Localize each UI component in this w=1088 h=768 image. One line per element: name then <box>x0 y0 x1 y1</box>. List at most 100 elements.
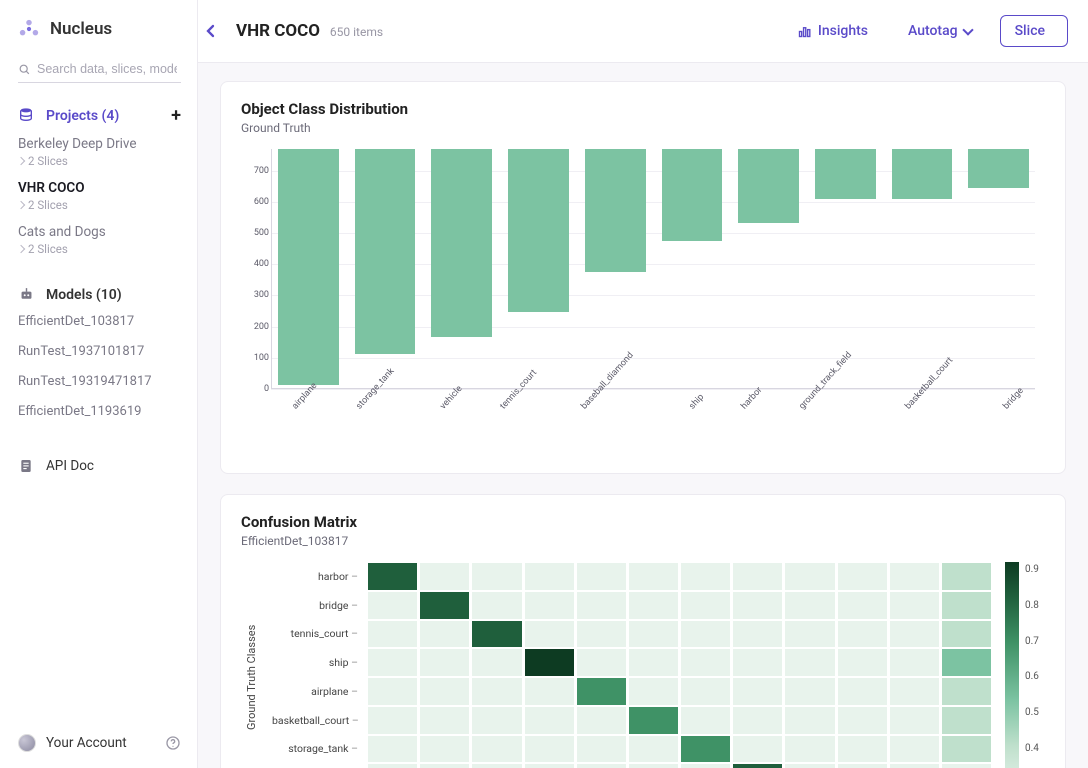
cm-cell[interactable] <box>472 736 521 763</box>
project-slices[interactable]: 2 Slices <box>18 198 181 212</box>
cm-cell[interactable] <box>733 649 782 676</box>
cm-cell[interactable] <box>472 707 521 734</box>
cm-cell[interactable] <box>368 707 417 734</box>
cm-cell[interactable] <box>681 649 730 676</box>
cm-cell[interactable] <box>785 764 834 768</box>
cm-cell[interactable] <box>942 736 991 763</box>
cm-cell[interactable] <box>681 563 730 590</box>
cm-cell[interactable] <box>472 592 521 619</box>
bar[interactable] <box>508 149 569 388</box>
cm-cell[interactable] <box>472 649 521 676</box>
cm-cell[interactable] <box>525 707 574 734</box>
bar[interactable] <box>892 149 953 388</box>
cm-cell[interactable] <box>890 764 939 768</box>
project-slices[interactable]: 2 Slices <box>18 154 181 168</box>
bar[interactable] <box>585 149 646 388</box>
bar[interactable] <box>662 149 723 388</box>
cm-cell[interactable] <box>472 764 521 768</box>
cm-cell[interactable] <box>890 707 939 734</box>
cm-cell[interactable] <box>785 707 834 734</box>
cm-cell[interactable] <box>577 649 626 676</box>
cm-cell[interactable] <box>577 736 626 763</box>
cm-cell[interactable] <box>420 764 469 768</box>
cm-cell[interactable] <box>629 736 678 763</box>
cm-cell[interactable] <box>942 621 991 648</box>
back-button[interactable] <box>200 20 222 42</box>
cm-cell[interactable] <box>629 764 678 768</box>
cm-cell[interactable] <box>472 621 521 648</box>
cm-cell[interactable] <box>890 678 939 705</box>
cm-cell[interactable] <box>942 707 991 734</box>
cm-cell[interactable] <box>577 707 626 734</box>
cm-cell[interactable] <box>472 563 521 590</box>
cm-cell[interactable] <box>629 678 678 705</box>
cm-cell[interactable] <box>368 649 417 676</box>
cm-cell[interactable] <box>733 707 782 734</box>
api-doc-link[interactable]: API Doc <box>18 458 181 474</box>
content-area[interactable]: Object Class Distribution Ground Truth 0… <box>198 63 1088 768</box>
cm-cell[interactable] <box>785 563 834 590</box>
cm-cell[interactable] <box>420 649 469 676</box>
cm-cell[interactable] <box>525 563 574 590</box>
cm-cell[interactable] <box>681 678 730 705</box>
projects-heading[interactable]: Projects (4) + <box>18 105 181 126</box>
cm-cell[interactable] <box>420 563 469 590</box>
cm-cell[interactable] <box>785 678 834 705</box>
cm-cell[interactable] <box>838 736 887 763</box>
cm-cell[interactable] <box>785 592 834 619</box>
cm-cell[interactable] <box>890 621 939 648</box>
bar[interactable] <box>355 149 416 388</box>
cm-cell[interactable] <box>472 678 521 705</box>
sidebar-project-item[interactable]: VHR COCO 2 Slices <box>18 180 181 212</box>
cm-cell[interactable] <box>420 621 469 648</box>
cm-cell[interactable] <box>681 592 730 619</box>
cm-cell[interactable] <box>525 736 574 763</box>
cm-cell[interactable] <box>838 764 887 768</box>
cm-cell[interactable] <box>368 563 417 590</box>
cm-cell[interactable] <box>733 592 782 619</box>
cm-cell[interactable] <box>525 649 574 676</box>
cm-cell[interactable] <box>577 592 626 619</box>
cm-cell[interactable] <box>629 621 678 648</box>
project-slices[interactable]: 2 Slices <box>18 242 181 256</box>
cm-cell[interactable] <box>525 621 574 648</box>
bar[interactable] <box>738 149 799 388</box>
cm-cell[interactable] <box>577 621 626 648</box>
cm-cell[interactable] <box>681 764 730 768</box>
cm-cell[interactable] <box>368 592 417 619</box>
sidebar-model-item[interactable]: RunTest_1937101817 <box>18 344 181 359</box>
bar[interactable] <box>968 149 1029 388</box>
cm-cell[interactable] <box>420 678 469 705</box>
insights-link[interactable]: Insights <box>793 17 872 45</box>
bar[interactable] <box>431 149 492 388</box>
cm-cell[interactable] <box>942 592 991 619</box>
search-input[interactable] <box>37 62 177 76</box>
cm-cell[interactable] <box>368 678 417 705</box>
models-heading[interactable]: Models (10) <box>18 286 181 304</box>
cm-cell[interactable] <box>629 563 678 590</box>
search-field[interactable] <box>18 58 181 83</box>
bar[interactable] <box>278 149 339 388</box>
account-row[interactable]: Your Account <box>18 726 181 760</box>
cm-cell[interactable] <box>629 707 678 734</box>
cm-cell[interactable] <box>368 736 417 763</box>
cm-cell[interactable] <box>890 592 939 619</box>
cm-cell[interactable] <box>525 678 574 705</box>
cm-cell[interactable] <box>890 736 939 763</box>
cm-cell[interactable] <box>420 707 469 734</box>
cm-cell[interactable] <box>838 707 887 734</box>
cm-cell[interactable] <box>942 649 991 676</box>
cm-cell[interactable] <box>733 678 782 705</box>
cm-cell[interactable] <box>420 592 469 619</box>
cm-cell[interactable] <box>838 678 887 705</box>
cm-cell[interactable] <box>733 621 782 648</box>
cm-cell[interactable] <box>733 764 782 768</box>
cm-cell[interactable] <box>629 649 678 676</box>
cm-cell[interactable] <box>681 621 730 648</box>
sidebar-project-item[interactable]: Cats and Dogs 2 Slices <box>18 224 181 256</box>
cm-cell[interactable] <box>838 563 887 590</box>
cm-cell[interactable] <box>629 592 678 619</box>
cm-cell[interactable] <box>890 563 939 590</box>
cm-cell[interactable] <box>890 649 939 676</box>
sidebar-model-item[interactable]: RunTest_19319471817 <box>18 374 181 389</box>
